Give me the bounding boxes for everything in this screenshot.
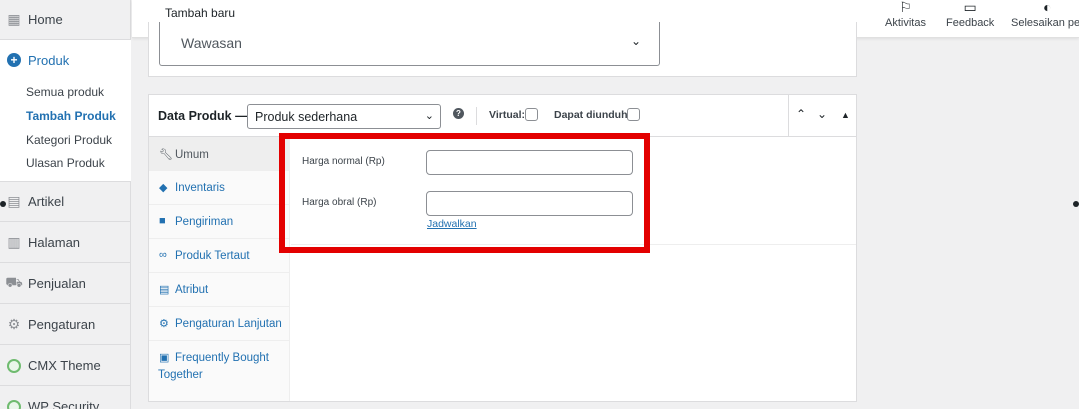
tab-frequently-bought-together[interactable]: ▣ Frequently Bought Together	[149, 341, 290, 393]
finish-setup-button[interactable]: ◐ Selesaikan per	[1011, 0, 1079, 29]
sidebar-item-home[interactable]: ▦ Home	[0, 0, 131, 40]
chevron-down-icon: ⌄	[630, 34, 641, 48]
tab-label: Frequently Bought	[175, 352, 269, 364]
product-data-tabs: 🔧︎ Umum ◆ Inventaris ■ Pengiriman ∞ Prod…	[149, 137, 290, 401]
tab-label-line2: Together	[158, 369, 203, 381]
tab-pengiriman[interactable]: ■ Pengiriman	[149, 205, 290, 239]
activity-label: Aktivitas	[885, 17, 926, 29]
downloadable-label: Dapat diunduh:	[554, 109, 631, 121]
theme-icon	[0, 358, 28, 373]
sidebar-item-label: Home	[28, 12, 63, 27]
insights-select[interactable]: Wawasan ⌄	[159, 22, 660, 66]
sidebar-item-label: Produk	[28, 52, 70, 68]
chevron-down-icon: ⌄	[424, 110, 434, 122]
sidebar-item-produk[interactable]: + Produk	[0, 40, 131, 80]
product-type-value: Produk sederhana	[255, 110, 358, 124]
move-down-icon[interactable]: ⌄	[817, 107, 827, 121]
edge-marker	[1073, 201, 1079, 207]
plus-circle-icon: +	[0, 53, 28, 67]
wrench-icon: 🔧︎	[159, 149, 173, 161]
activity-button[interactable]: ⚐ Aktivitas	[885, 0, 926, 29]
feedback-label: Feedback	[946, 17, 995, 29]
pages-icon: ▥	[7, 234, 21, 250]
virtual-label: Virtual:	[489, 109, 525, 121]
virtual-checkbox[interactable]	[525, 108, 538, 121]
tab-label: Produk Tertaut	[175, 250, 250, 262]
sidebar-item-halaman[interactable]: ▥ Halaman	[0, 223, 131, 263]
sidebar-item-artikel[interactable]: ▤ Artikel	[0, 182, 131, 222]
submenu-tambah-produk[interactable]: Tambah Produk	[26, 109, 116, 123]
sidebar-item-wp-security[interactable]: WP Security	[0, 387, 131, 409]
tab-label: Pengaturan Lanjutan	[175, 318, 282, 330]
tab-inventaris[interactable]: ◆ Inventaris	[149, 171, 290, 205]
bag-icon: ▣	[159, 352, 170, 364]
dashboard-icon: ▦	[7, 11, 21, 27]
help-icon[interactable]: ?	[453, 108, 464, 119]
box-controls: ⌃ ⌄ ▲	[788, 95, 856, 136]
link-icon: ∞	[159, 249, 167, 261]
sidebar-item-label: Pengaturan	[28, 317, 96, 332]
product-type-select[interactable]: Produk sederhana ⌄	[247, 104, 441, 129]
sidebar-item-label: Halaman	[28, 235, 81, 250]
submenu-ulasan-produk[interactable]: Ulasan Produk	[26, 156, 105, 170]
sidebar-item-label: CMX Theme	[28, 358, 101, 373]
product-data-title: Data Produk —	[158, 109, 248, 123]
feedback-button[interactable]: ▭ Feedback	[946, 0, 994, 29]
truck-icon: ■	[159, 215, 166, 227]
downloadable-checkbox[interactable]	[627, 108, 640, 121]
cart-icon: ⛟	[5, 274, 23, 290]
sidebar-item-penjualan[interactable]: ⛟ Penjualan	[0, 264, 131, 304]
admin-sidebar: ▦ Home + Produk Semua produk Tambah Prod…	[0, 0, 131, 409]
tab-produk-tertaut[interactable]: ∞ Produk Tertaut	[149, 239, 290, 273]
list-icon: ▤	[159, 284, 170, 296]
highlight-box	[279, 133, 650, 253]
gear-icon: ⚙	[7, 316, 21, 332]
sidebar-item-cmx-theme[interactable]: CMX Theme	[0, 346, 131, 386]
flag-icon: ⚐	[899, 0, 912, 15]
tab-atribut[interactable]: ▤ Atribut	[149, 273, 290, 307]
product-data-header: Data Produk — Produk sederhana ⌄ ? Virtu…	[149, 95, 856, 137]
page-title: Tambah baru	[165, 6, 236, 20]
edge-marker	[0, 201, 6, 207]
produk-submenu: Semua produk Tambah Produk Kategori Prod…	[0, 80, 131, 182]
tab-label: Atribut	[175, 284, 209, 296]
submenu-semua-produk[interactable]: Semua produk	[26, 85, 104, 99]
tab-label: Inventaris	[175, 182, 225, 194]
feedback-icon: ▭	[963, 0, 977, 15]
sidebar-item-label: Artikel	[28, 194, 65, 209]
tab-umum[interactable]: 🔧︎ Umum	[149, 137, 290, 171]
sidebar-item-pengaturan[interactable]: ⚙ Pengaturan	[0, 305, 131, 345]
move-up-icon[interactable]: ⌃	[796, 107, 806, 121]
security-icon	[0, 399, 28, 409]
sidebar-item-label: Penjualan	[28, 276, 86, 291]
collapse-toggle-icon[interactable]: ▲	[841, 110, 850, 120]
insights-select-value: Wawasan	[181, 35, 242, 51]
finish-setup-label: Selesaikan per	[1011, 17, 1079, 29]
divider	[476, 107, 477, 125]
half-circle-icon: ◐	[1043, 0, 1052, 15]
sidebar-item-label: WP Security	[28, 399, 100, 409]
tab-pengaturan-lanjutan[interactable]: ⚙ Pengaturan Lanjutan	[149, 307, 290, 341]
tag-icon: ◆	[159, 182, 168, 194]
gear-icon: ⚙	[159, 318, 169, 330]
submenu-kategori-produk[interactable]: Kategori Produk	[26, 133, 112, 147]
tab-label: Pengiriman	[175, 216, 234, 228]
tab-label: Umum	[175, 149, 209, 161]
